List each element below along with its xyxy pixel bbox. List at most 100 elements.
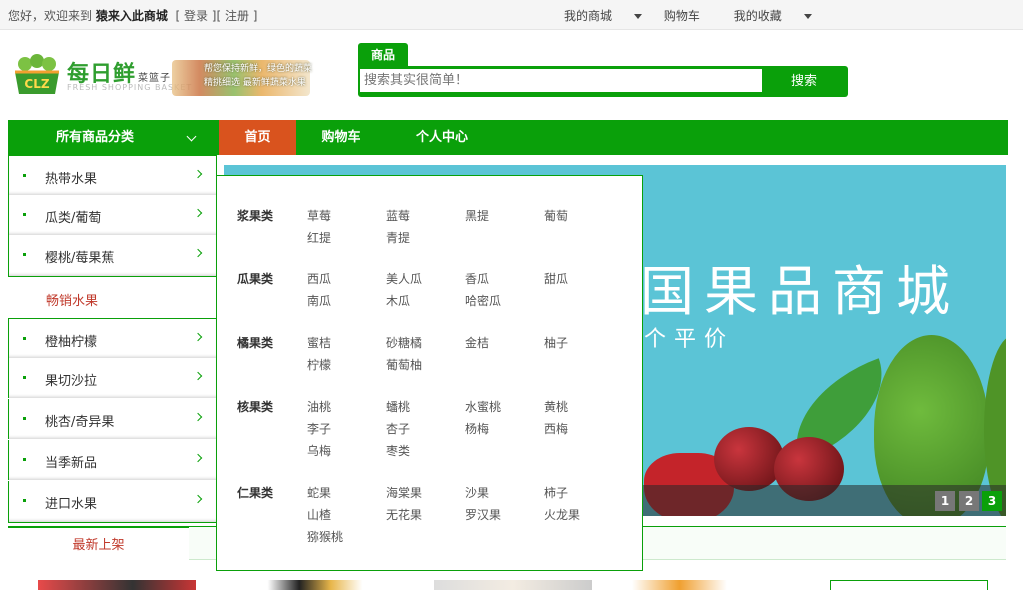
chevron-right-icon xyxy=(193,412,203,422)
flyout-link[interactable]: 油桃 xyxy=(307,398,331,415)
chevron-right-icon xyxy=(193,169,203,179)
sidebar-item-citrus[interactable]: 橙柚柠檬 xyxy=(8,318,217,358)
flyout-link[interactable]: 沙果 xyxy=(465,484,489,501)
chevron-right-icon xyxy=(193,332,203,342)
flyout-group-title: 瓜果类 xyxy=(237,272,274,286)
flyout-link[interactable]: 甜瓜 xyxy=(544,270,568,287)
top-bar: 您好，欢迎来到 猿来入此商城 [ 登录 ][ 注册 ] 我的商城 购物车 我的收… xyxy=(0,0,1023,30)
flyout-group-title: 核果类 xyxy=(237,400,274,414)
nav-user-center[interactable]: 个人中心 xyxy=(386,120,498,155)
flyout-link[interactable]: 水蜜桃 xyxy=(465,398,501,415)
sidebar-item-peach-kiwi[interactable]: 桃杏/奇异果 xyxy=(8,399,217,439)
my-mall-menu[interactable]: 我的商城 xyxy=(564,7,643,24)
flyout-link[interactable]: 蟠桃 xyxy=(386,398,410,415)
flyout-link[interactable]: 哈密瓜 xyxy=(465,292,501,309)
sidebar-item-imported[interactable]: 进口水果 xyxy=(8,481,217,523)
bullet-icon xyxy=(23,337,26,340)
bullet-icon xyxy=(23,499,26,502)
flyout-link[interactable]: 杨梅 xyxy=(465,420,489,437)
chevron-down-icon xyxy=(634,14,643,19)
flyout-link[interactable]: 蛇果 xyxy=(307,484,331,501)
flyout-link[interactable]: 美人瓜 xyxy=(386,270,422,287)
chevron-right-icon xyxy=(193,494,203,504)
my-favorites-menu[interactable]: 我的收藏 xyxy=(734,7,812,24)
chevron-right-icon xyxy=(193,208,203,218)
sidebar-item-tropical[interactable]: 热带水果 xyxy=(8,155,217,195)
flyout-group-title: 仁果类 xyxy=(237,486,274,500)
bullet-icon xyxy=(23,458,26,461)
product-thumbnail[interactable] xyxy=(830,580,988,590)
flyout-link[interactable]: 葡萄 xyxy=(544,207,568,224)
nav-cart[interactable]: 购物车 xyxy=(296,120,386,155)
top-right-links: 我的商城 购物车 我的收藏 xyxy=(564,7,830,24)
flyout-link[interactable]: 火龙果 xyxy=(544,506,580,523)
flyout-link[interactable]: 葡萄柚 xyxy=(386,356,422,373)
product-thumbnail[interactable] xyxy=(38,580,196,590)
sidebar-item-fruit-salad[interactable]: 果切沙拉 xyxy=(8,358,217,398)
banner-subtitle: 个平价 xyxy=(644,327,735,352)
main-nav: 所有商品分类 首页 购物车 个人中心 xyxy=(8,120,1008,155)
flyout-link[interactable]: 西瓜 xyxy=(307,270,331,287)
bullet-icon xyxy=(23,213,26,216)
flyout-link[interactable]: 木瓜 xyxy=(386,292,410,309)
flyout-link[interactable]: 柿子 xyxy=(544,484,568,501)
flyout-link[interactable]: 猕猴桃 xyxy=(307,528,343,545)
flyout-link[interactable]: 海棠果 xyxy=(386,484,422,501)
search-input[interactable] xyxy=(360,69,762,92)
search-button[interactable]: 搜索 xyxy=(762,69,846,94)
all-categories-toggle[interactable]: 所有商品分类 xyxy=(8,120,219,155)
flyout-link[interactable]: 杏子 xyxy=(386,420,410,437)
login-link[interactable]: [ 登录 ] xyxy=(176,9,217,23)
flyout-link[interactable]: 草莓 xyxy=(307,207,331,224)
banner-title: 国果品商城 xyxy=(640,260,960,323)
flyout-group-title: 浆果类 xyxy=(237,209,274,223)
search-tab-products[interactable]: 商品 xyxy=(358,43,408,67)
flyout-link[interactable]: 黄桃 xyxy=(544,398,568,415)
svg-text:CLZ: CLZ xyxy=(24,77,49,91)
flyout-link[interactable]: 西梅 xyxy=(544,420,568,437)
flyout-link[interactable]: 青提 xyxy=(386,229,410,246)
sidebar-item-bestseller[interactable]: 畅销水果 xyxy=(8,278,217,318)
flyout-link[interactable]: 枣类 xyxy=(386,442,410,459)
flyout-link[interactable]: 柚子 xyxy=(544,334,568,351)
shop-name: 猿来入此商城 xyxy=(95,9,168,23)
banner-page-2[interactable]: 2 xyxy=(959,491,979,511)
chevron-right-icon xyxy=(193,248,203,258)
flyout-group-title: 橘果类 xyxy=(237,336,274,350)
category-flyout: 浆果类 草莓 蓝莓 黑提 葡萄 红提 青提 瓜果类 西瓜 美人瓜 香瓜 甜瓜 南… xyxy=(216,175,643,571)
flyout-link[interactable]: 李子 xyxy=(307,420,331,437)
banner-page-3[interactable]: 3 xyxy=(982,491,1002,511)
nav-home[interactable]: 首页 xyxy=(219,120,296,155)
brand-slogan: 帮您保持新鲜，绿色的蔬菜 精挑细选 最新鲜蔬菜水果 xyxy=(204,64,313,88)
site-logo[interactable]: CLZ 每日鲜 菜篮子 FRESH SHOPPING BASKET 帮您保持新鲜，… xyxy=(12,52,312,102)
bullet-icon xyxy=(23,174,26,177)
bullet-icon xyxy=(23,253,26,256)
flyout-link[interactable]: 无花果 xyxy=(386,506,422,523)
flyout-link[interactable]: 砂糖橘 xyxy=(386,334,422,351)
flyout-link[interactable]: 蜜桔 xyxy=(307,334,331,351)
flyout-link[interactable]: 南瓜 xyxy=(307,292,331,309)
chevron-down-icon xyxy=(803,14,812,19)
flyout-link[interactable]: 金桔 xyxy=(465,334,489,351)
sidebar-item-seasonal[interactable]: 当季新品 xyxy=(8,440,217,480)
product-thumbnail[interactable] xyxy=(632,580,790,590)
top-cart-link[interactable]: 购物车 xyxy=(664,7,700,24)
product-thumbnail[interactable] xyxy=(236,580,394,590)
bullet-icon xyxy=(23,417,26,420)
flyout-link[interactable]: 香瓜 xyxy=(465,270,489,287)
banner-page-1[interactable]: 1 xyxy=(935,491,955,511)
flyout-link[interactable]: 蓝莓 xyxy=(386,207,410,224)
flyout-link[interactable]: 山楂 xyxy=(307,506,331,523)
sidebar-item-melon-grape[interactable]: 瓜类/葡萄 xyxy=(8,195,217,235)
latest-arrivals-tab[interactable]: 最新上架 xyxy=(8,526,189,560)
flyout-link[interactable]: 黑提 xyxy=(465,207,489,224)
flyout-link[interactable]: 柠檬 xyxy=(307,356,331,373)
product-thumbnail[interactable] xyxy=(434,580,592,590)
greeting-text: 您好，欢迎来到 xyxy=(8,9,93,23)
flyout-link[interactable]: 罗汉果 xyxy=(465,506,501,523)
flyout-link[interactable]: 乌梅 xyxy=(307,442,331,459)
register-link[interactable]: [ 注册 ] xyxy=(217,9,258,23)
search-bar: 搜索 xyxy=(358,66,848,97)
sidebar-item-cherry-berry[interactable]: 樱桃/莓果蕉 xyxy=(8,235,217,277)
flyout-link[interactable]: 红提 xyxy=(307,229,331,246)
